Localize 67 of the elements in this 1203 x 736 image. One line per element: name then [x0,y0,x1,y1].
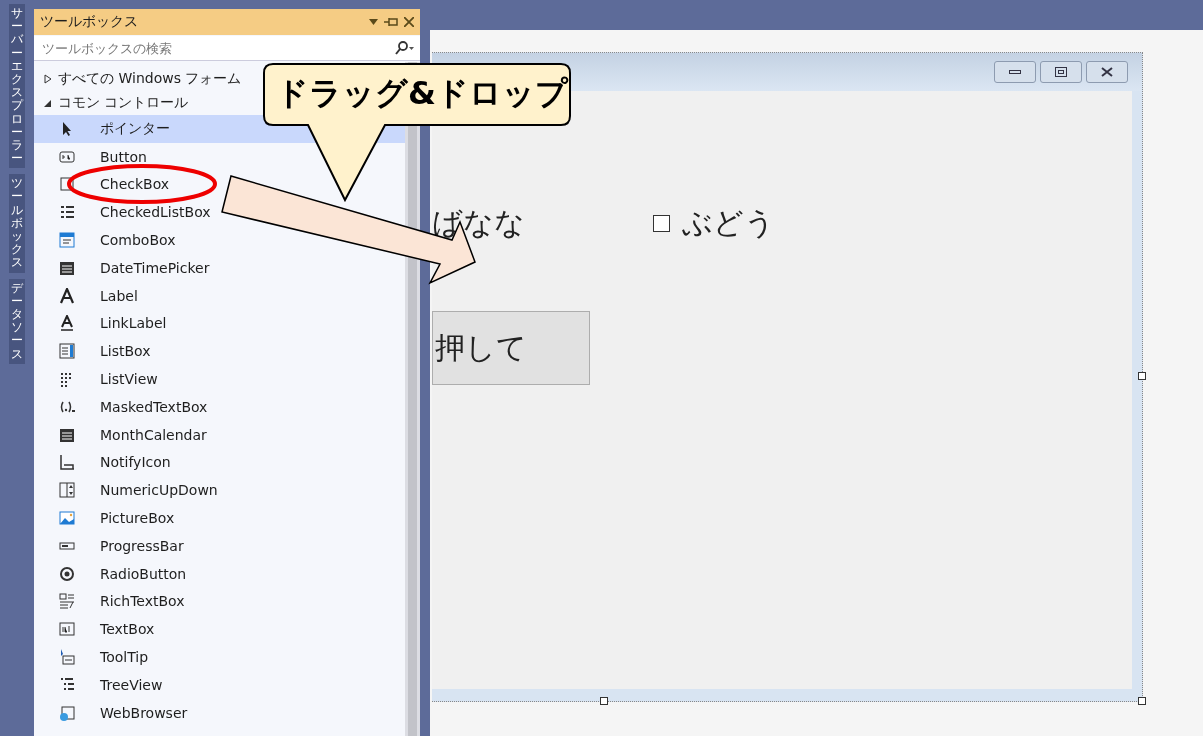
expanded-triangle-icon[interactable] [44,98,52,108]
toolbox-item[interactable]: CheckBox [100,176,170,193]
toolbox-item[interactable]: Label [100,287,138,304]
tooltip-icon [59,649,75,666]
dropdown-caret-icon[interactable] [369,19,378,25]
picture-icon [59,510,75,527]
side-tab[interactable]: データソース [9,278,25,364]
toolbox-item[interactable]: Button [100,148,147,165]
close-icon[interactable] [404,17,414,27]
spinner-icon [59,482,75,499]
toolbox-item[interactable]: TreeView [100,676,163,693]
side-tab[interactable]: サーバーエクスプローラー [9,4,25,169]
calendar-icon [59,426,75,443]
toolbox-item[interactable]: NotifyIcon [100,454,171,471]
toolbox-item[interactable]: WebBrowser [100,704,188,721]
close-icon [1101,67,1113,77]
resize-handle[interactable] [600,697,608,705]
tree-icon [59,676,75,693]
toolbox-item[interactable]: ToolTip [100,649,149,666]
resize-handle[interactable] [1138,697,1146,705]
toolbox-item[interactable]: ComboBox [100,232,176,249]
textbox-icon [59,621,75,638]
rich-text-icon [59,593,75,610]
collapsed-triangle-icon[interactable] [44,74,52,84]
toolbox-item[interactable]: MaskedTextBox [100,398,208,415]
letter-icon [59,287,75,304]
minimize-icon [1009,70,1021,74]
search-icon[interactable] [394,41,414,55]
resize-handle[interactable] [1138,372,1146,380]
listbox-icon [59,343,75,360]
button-control-icon [59,148,75,165]
close-button[interactable] [1086,61,1128,83]
toolbox-item[interactable]: TextBox [100,621,155,638]
toolbox-item[interactable]: PictureBox [100,510,175,527]
checkbox-label[interactable]: ぶどう [682,202,775,244]
panel-title: ツールボックス [40,13,139,31]
search-field[interactable]: ツールボックスの検索 [40,39,394,57]
toolbox-item[interactable]: ProgressBar [100,537,184,554]
toolbox-item[interactable]: ポインター [100,119,170,138]
toolbox-item[interactable]: LinkLabel [100,315,167,332]
minimize-button[interactable] [994,61,1036,83]
group-header[interactable]: すべての Windows フォーム [58,70,242,88]
toolbox-item[interactable]: RichTextBox [100,593,185,610]
side-tab[interactable]: ツールボックス [9,174,25,273]
tray-icon [59,454,75,471]
radio-icon [59,565,75,582]
maximize-button[interactable] [1040,61,1082,83]
toolbox-item[interactable]: DateTimePicker [100,259,210,276]
toolbox-item[interactable]: RadioButton [100,565,187,582]
checkbox-control-icon [59,176,75,193]
combobox-icon [59,232,75,249]
pin-icon[interactable] [384,17,398,27]
toolbox-item[interactable]: CheckedListBox [100,204,211,221]
checkbox[interactable] [653,214,670,232]
search-box[interactable]: ツールボックスの検索 [34,36,420,61]
toolbox-item[interactable]: NumericUpDown [100,482,218,499]
toolbox-item[interactable]: ListView [100,371,158,388]
toolbox-item[interactable]: MonthCalendar [100,426,207,443]
form-button[interactable]: 押して [432,311,590,385]
browser-icon [59,704,75,721]
calendar-icon [59,259,75,276]
callout-text: ドラッグ&ドロップ [276,73,568,114]
group-header[interactable]: コモン コントロール [58,94,189,112]
underlined-letter-icon [59,315,75,332]
checklist-icon [59,204,75,221]
maximize-icon [1055,67,1067,77]
toolbox-item[interactable]: ListBox [100,343,151,360]
